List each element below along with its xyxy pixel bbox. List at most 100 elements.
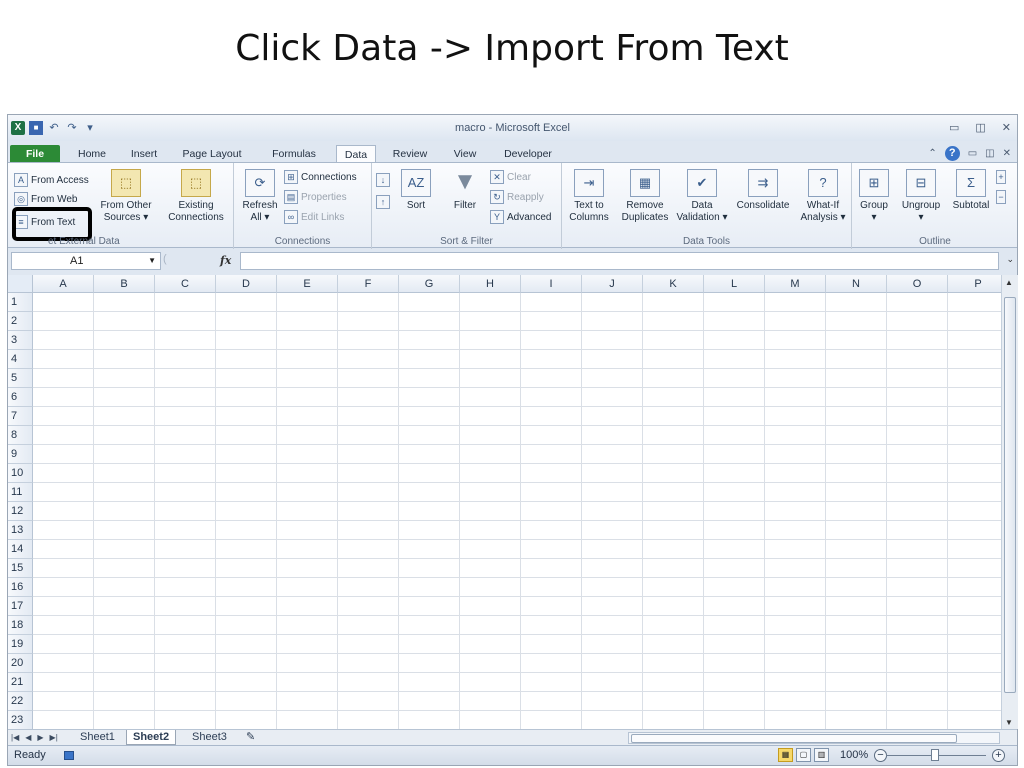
column-header[interactable]: N (826, 275, 887, 293)
row-header[interactable]: 9 (8, 445, 33, 464)
close-icon[interactable]: ✕ (1002, 121, 1011, 134)
row-header[interactable]: 13 (8, 521, 33, 540)
row-header[interactable]: 8 (8, 426, 33, 445)
restore-icon[interactable]: ◫ (975, 121, 985, 134)
consolidate-button[interactable]: ⇉ Consolidate (732, 169, 794, 212)
row-header[interactable]: 2 (8, 312, 33, 331)
row-header[interactable]: 5 (8, 369, 33, 388)
column-header[interactable]: F (338, 275, 399, 293)
row-header[interactable]: 1 (8, 293, 33, 312)
filter-button[interactable]: ▼ Filter (446, 169, 484, 212)
doc-restore-icon[interactable]: ◫ (985, 148, 994, 159)
last-sheet-icon[interactable]: ▶| (50, 731, 58, 745)
row-header[interactable]: 12 (8, 502, 33, 521)
worksheet-grid[interactable]: ABCDEFGHIJKLMNOP 1 2 3 4 5 6 7 8 9 10 11 12 13 14 15 16… (8, 275, 1001, 729)
normal-view-icon[interactable]: ▦ (778, 748, 793, 762)
sheet-tab-sheet3[interactable]: Sheet3 (186, 730, 233, 745)
column-header[interactable]: M (765, 275, 826, 293)
zoom-level[interactable]: 100% (840, 746, 868, 765)
horizontal-scroll-thumb[interactable] (631, 734, 957, 743)
tab-page-layout[interactable]: Page Layout (178, 145, 246, 163)
page-break-view-icon[interactable]: ▥ (814, 748, 829, 762)
properties-button[interactable]: ▤ Properties (284, 188, 347, 206)
tab-developer[interactable]: Developer (496, 145, 560, 163)
connections-button[interactable]: ⊞ Connections (284, 168, 357, 186)
horizontal-scrollbar[interactable] (628, 732, 1000, 744)
column-header[interactable]: K (643, 275, 704, 293)
row-header[interactable]: 20 (8, 654, 33, 673)
next-sheet-icon[interactable]: ▶ (37, 731, 43, 745)
row-header[interactable]: 4 (8, 350, 33, 369)
column-header[interactable]: G (399, 275, 460, 293)
text-to-columns-button[interactable]: ⇥ Text to Columns (564, 169, 614, 223)
tab-view[interactable]: View (448, 145, 482, 163)
show-detail-button[interactable]: + (996, 168, 1006, 186)
insert-worksheet-icon[interactable]: ✎ (240, 730, 261, 745)
row-header[interactable]: 11 (8, 483, 33, 502)
tab-formulas[interactable]: Formulas (266, 145, 322, 163)
row-header[interactable]: 23 (8, 711, 33, 729)
row-header[interactable]: 17 (8, 597, 33, 616)
doc-minimize-icon[interactable]: ▭ (968, 148, 977, 159)
ungroup-button[interactable]: ⊟ Ungroup ▾ (896, 169, 946, 223)
name-box[interactable]: A1 ▼ (11, 252, 161, 270)
from-web-button[interactable]: ◎ From Web (14, 190, 78, 208)
reapply-button[interactable]: ↻ Reapply (490, 188, 544, 206)
doc-close-icon[interactable]: ✕ (1003, 148, 1011, 159)
sheet-tab-sheet2[interactable]: Sheet2 (126, 730, 177, 745)
zoom-slider-knob[interactable] (931, 749, 939, 761)
name-box-dropdown-icon[interactable]: ▼ (148, 253, 156, 269)
subtotal-button[interactable]: Σ Subtotal (948, 169, 994, 212)
tab-insert[interactable]: Insert (122, 145, 166, 163)
refresh-all-button[interactable]: ⟳ Refresh All ▾ (238, 169, 282, 223)
existing-connections-button[interactable]: ⬚ Existing Connections (162, 169, 230, 223)
page-layout-view-icon[interactable]: ▢ (796, 748, 811, 762)
row-header[interactable]: 19 (8, 635, 33, 654)
macro-record-icon[interactable] (64, 751, 74, 760)
column-header[interactable]: B (94, 275, 155, 293)
zoom-in-icon[interactable]: + (992, 749, 1005, 762)
row-header[interactable]: 15 (8, 559, 33, 578)
expand-formula-bar-icon[interactable]: ⌄ (1006, 254, 1014, 265)
row-header[interactable]: 22 (8, 692, 33, 711)
clear-filter-button[interactable]: ✕ Clear (490, 168, 531, 186)
column-header[interactable]: J (582, 275, 643, 293)
remove-duplicates-button[interactable]: ▦ Remove Duplicates (616, 169, 674, 223)
what-if-analysis-button[interactable]: ? What-If Analysis ▾ (796, 169, 850, 223)
row-header[interactable]: 18 (8, 616, 33, 635)
column-header[interactable]: E (277, 275, 338, 293)
tab-data[interactable]: Data (336, 145, 376, 163)
formula-input[interactable] (240, 252, 999, 270)
column-header[interactable]: H (460, 275, 521, 293)
group-button[interactable]: ⊞ Group ▾ (854, 169, 894, 223)
row-header[interactable]: 7 (8, 407, 33, 426)
from-other-sources-button[interactable]: ⬚ From Other Sources ▾ (94, 169, 158, 223)
row-header[interactable]: 14 (8, 540, 33, 559)
row-header[interactable]: 3 (8, 331, 33, 350)
advanced-filter-button[interactable]: Y Advanced (490, 208, 551, 226)
minimize-icon[interactable]: ▭ (949, 121, 959, 134)
scroll-down-icon[interactable]: ▼ (1005, 718, 1013, 727)
column-header[interactable]: O (887, 275, 948, 293)
help-icon[interactable]: ? (944, 146, 960, 161)
data-validation-button[interactable]: ✔ Data Validation ▾ (674, 169, 730, 223)
column-header[interactable]: I (521, 275, 582, 293)
row-header[interactable]: 10 (8, 464, 33, 483)
hide-detail-button[interactable]: − (996, 188, 1006, 206)
cell-area[interactable] (33, 293, 1001, 729)
first-sheet-icon[interactable]: |◀ (11, 731, 19, 745)
sheet-tab-sheet1[interactable]: Sheet1 (74, 730, 121, 745)
scroll-up-icon[interactable]: ▲ (1005, 278, 1013, 287)
tab-review[interactable]: Review (388, 145, 432, 163)
vertical-scroll-thumb[interactable] (1004, 297, 1016, 693)
column-header[interactable]: D (216, 275, 277, 293)
select-all-corner[interactable] (8, 275, 33, 293)
minimize-ribbon-icon[interactable]: ⌃ (928, 148, 936, 159)
tab-home[interactable]: Home (70, 145, 114, 163)
row-header[interactable]: 16 (8, 578, 33, 597)
column-header[interactable]: P (948, 275, 1001, 293)
edit-links-button[interactable]: ∞ Edit Links (284, 208, 344, 226)
row-header[interactable]: 21 (8, 673, 33, 692)
column-header[interactable]: C (155, 275, 216, 293)
column-header[interactable]: L (704, 275, 765, 293)
